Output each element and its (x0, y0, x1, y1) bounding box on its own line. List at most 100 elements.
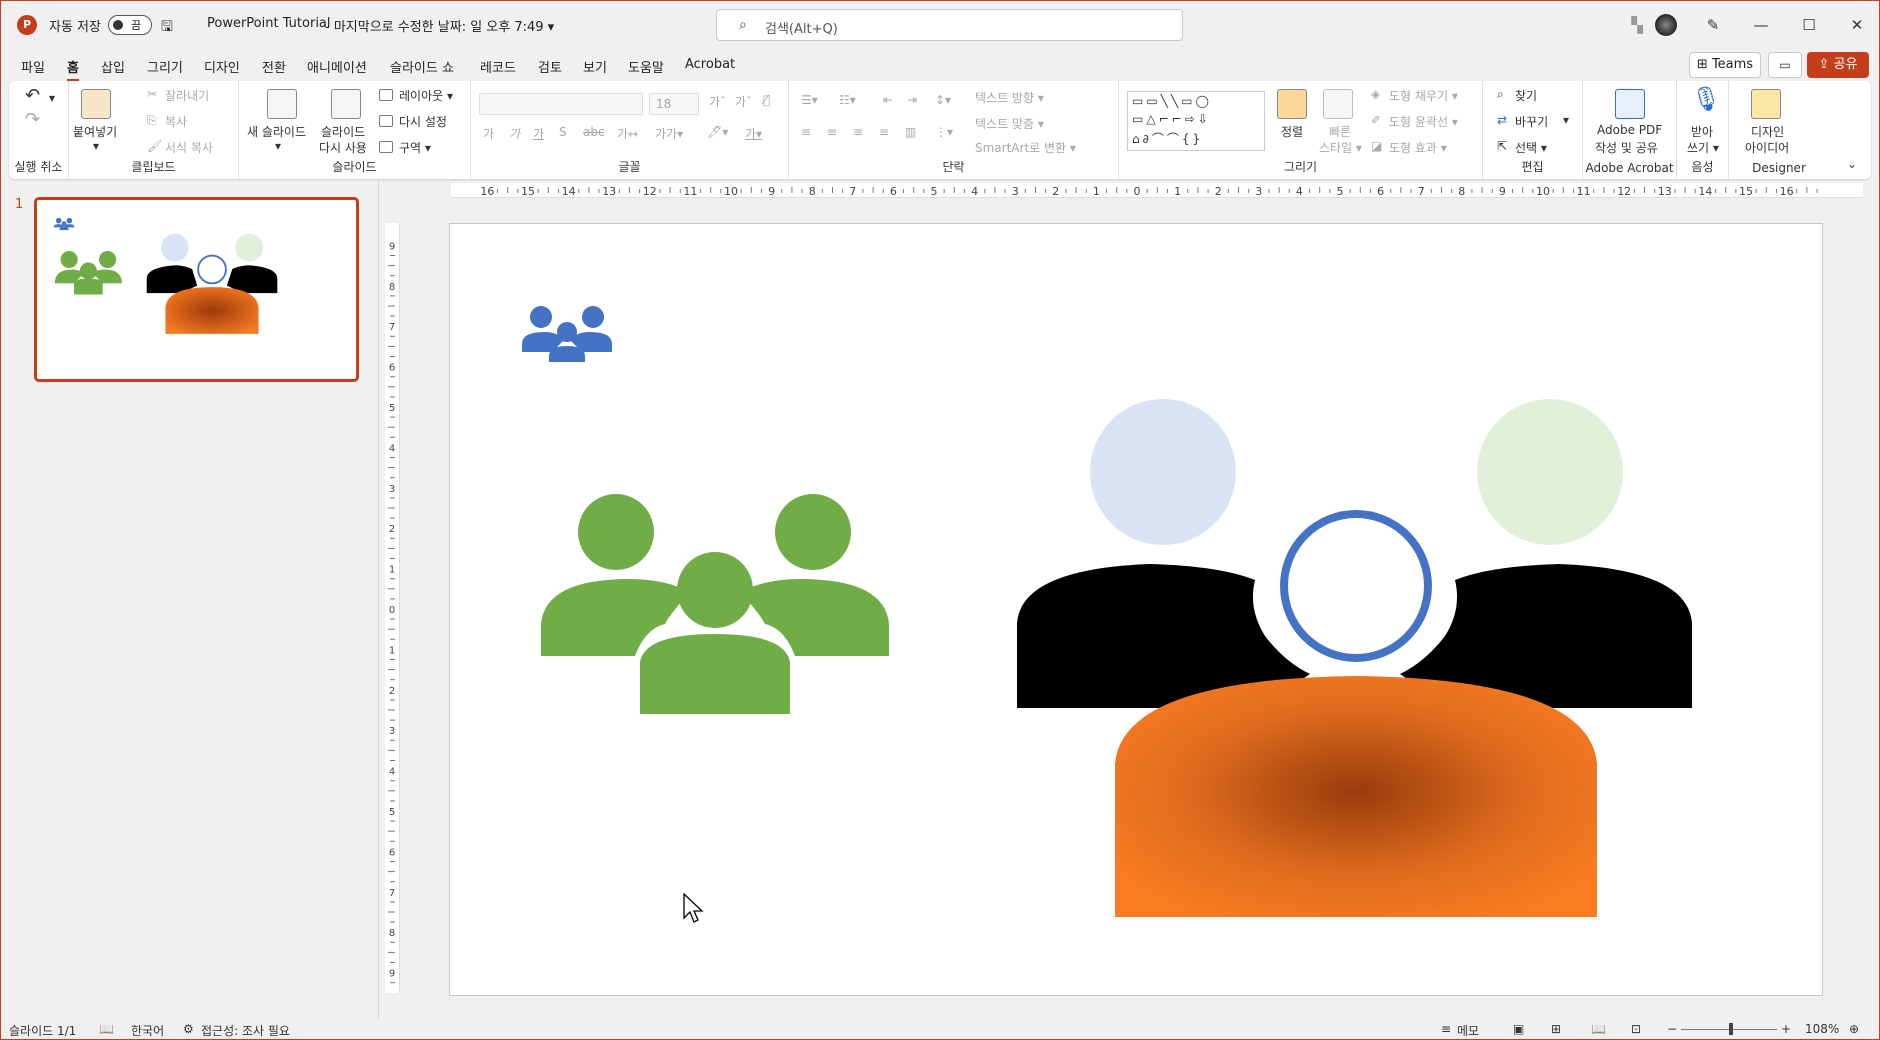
decrease-indent-icon[interactable]: ⇤ (883, 93, 893, 107)
shape-effects-icon[interactable]: ◪ (1371, 139, 1382, 153)
tab-animations[interactable]: 애니메이션 (307, 57, 367, 76)
tab-design[interactable]: 디자인 (204, 57, 240, 76)
designer-label-2[interactable]: 아이디어 (1745, 139, 1789, 156)
normal-view-icon[interactable]: ▣ (1513, 1022, 1524, 1036)
reuse-label-2[interactable]: 다시 사용 (319, 139, 367, 156)
font-size-combo[interactable]: 18 (649, 93, 699, 115)
shadow-icon[interactable]: S (559, 125, 567, 139)
reset-label[interactable]: 다시 설정 (399, 113, 447, 130)
cut-icon[interactable]: ✂ (147, 87, 157, 101)
quick-styles-label-1[interactable]: 빠른 (1329, 123, 1351, 140)
replace-dropdown-icon[interactable]: ▾ (1563, 113, 1569, 127)
undo-icon[interactable]: ↶ (25, 85, 40, 106)
justify-icon[interactable]: ≡ (879, 125, 889, 139)
slideshow-icon[interactable]: ⊡ (1631, 1022, 1641, 1036)
tab-slideshow[interactable]: 슬라이드 쇼 (390, 57, 454, 76)
designer-label-1[interactable]: 디자인 (1751, 123, 1784, 140)
clear-format-icon[interactable]: 가̸ (763, 93, 770, 107)
zoom-level[interactable]: 108% (1805, 1022, 1839, 1036)
shape-outline-label[interactable]: 도형 윤곽선 ▾ (1389, 113, 1458, 130)
text-direction-label[interactable]: 텍스트 방향 ▾ (975, 89, 1044, 106)
new-slide-icon[interactable] (267, 89, 297, 119)
replace-icon[interactable]: ⇄ (1497, 113, 1507, 127)
quick-styles-label-2[interactable]: 스타일 ▾ (1319, 139, 1362, 156)
shape-fill-icon[interactable]: ◈ (1371, 87, 1380, 101)
tab-insert[interactable]: 삽입 (101, 57, 125, 76)
paste-dropdown-icon[interactable]: ▾ (93, 139, 99, 153)
accessibility-label[interactable]: 접근성: 조사 필요 (201, 1022, 290, 1039)
close-icon[interactable]: ✕ (1845, 13, 1869, 37)
zoom-slider-thumb[interactable] (1729, 1023, 1733, 1035)
reuse-label-1[interactable]: 슬라이드 (321, 123, 365, 140)
pdf-label-2[interactable]: 작성 및 공유 (1595, 139, 1658, 156)
highlight-icon[interactable]: 🖊▾ (707, 125, 728, 139)
bullets-icon[interactable]: ☰▾ (801, 93, 818, 107)
shape-fill-label[interactable]: 도형 채우기 ▾ (1389, 87, 1458, 104)
reuse-slides-icon[interactable] (331, 89, 361, 119)
tab-help[interactable]: 도움말 (628, 57, 664, 76)
tab-home[interactable]: 홈 (67, 57, 79, 82)
collapse-ribbon-icon[interactable]: ⌄ (1847, 157, 1857, 171)
tab-transitions[interactable]: 전환 (262, 57, 286, 76)
align-text-label[interactable]: 텍스트 맞춤 ▾ (975, 115, 1044, 132)
minimize-icon[interactable]: — (1749, 13, 1773, 37)
adobe-pdf-icon[interactable] (1615, 89, 1645, 119)
arrange-label[interactable]: 정렬 (1281, 123, 1303, 140)
designer-icon[interactable] (1751, 89, 1781, 119)
columns-dropdown-icon[interactable]: ⋮▾ (935, 125, 953, 139)
notes-icon[interactable]: ≡ (1441, 1022, 1451, 1036)
dictate-label-1[interactable]: 받아 (1691, 123, 1713, 140)
align-right-icon[interactable]: ≡ (853, 125, 863, 139)
share-button[interactable]: ⇪ 공유 (1807, 52, 1869, 78)
search-box[interactable]: ⌕ 검색(Alt+Q) (716, 9, 1183, 41)
comments-button[interactable]: ▭ (1768, 52, 1802, 78)
case-icon[interactable]: 가가▾ (655, 125, 683, 142)
select-icon[interactable]: ⇱ (1497, 139, 1507, 153)
redo-icon[interactable]: ↷ (25, 109, 40, 130)
microphone-icon[interactable]: 🎙 (1691, 85, 1721, 113)
quick-styles-icon[interactable] (1323, 89, 1353, 119)
select-label[interactable]: 선택 ▾ (1515, 139, 1547, 156)
zoom-out-icon[interactable]: − (1667, 1022, 1677, 1036)
font-color-icon[interactable]: 가▾ (745, 125, 762, 142)
find-label[interactable]: 찾기 (1515, 87, 1537, 104)
new-slide-dropdown-icon[interactable]: ▾ (275, 139, 281, 153)
format-painter-label[interactable]: 서식 복사 (165, 139, 213, 156)
light-green-circle[interactable] (1477, 399, 1623, 545)
light-blue-circle[interactable] (1090, 399, 1236, 545)
tab-review[interactable]: 검토 (538, 57, 562, 76)
arrange-icon[interactable] (1277, 89, 1307, 119)
align-left-icon[interactable]: ≡ (801, 125, 811, 139)
strikethrough-icon[interactable]: abc (583, 125, 605, 139)
maximize-icon[interactable]: ☐ (1797, 13, 1821, 37)
font-name-combo[interactable] (479, 93, 643, 115)
fit-slide-icon[interactable]: ⊕ (1849, 1022, 1859, 1036)
layout-label[interactable]: 레이아웃 ▾ (399, 87, 453, 104)
underline-icon[interactable]: 가 (533, 125, 544, 142)
dictate-label-2[interactable]: 쓰기 ▾ (1687, 139, 1719, 156)
copy-icon[interactable]: ⎘ (147, 113, 157, 128)
layout-icon[interactable] (379, 89, 393, 101)
new-slide-label[interactable]: 새 슬라이드 (247, 123, 306, 140)
shape-effects-label[interactable]: 도형 효과 ▾ (1389, 139, 1447, 156)
increase-font-icon[interactable]: 가ˆ (709, 93, 726, 110)
reading-view-icon[interactable]: 📖 (1591, 1022, 1606, 1036)
line-spacing-icon[interactable]: ↕▾ (935, 93, 951, 107)
tab-view[interactable]: 보기 (583, 57, 607, 76)
document-meta[interactable]: - 마지막으로 수정한 날짜: 일 오후 7:49 ▾ (325, 16, 554, 35)
numbering-icon[interactable]: ☷▾ (839, 93, 856, 107)
shape-outline-icon[interactable]: ✐ (1371, 113, 1381, 127)
shapes-gallery[interactable]: ▭▭╲╲▭◯ ▭△⌐⌐⇨⇩ ⌂∂⌒⌒{} (1127, 91, 1265, 151)
smartart-label[interactable]: SmartArt로 변환 ▾ (975, 139, 1076, 156)
tab-acrobat[interactable]: Acrobat (685, 57, 735, 72)
green-group-icon[interactable] (541, 494, 889, 714)
columns-icon[interactable]: ▥ (905, 125, 916, 139)
decrease-font-icon[interactable]: 가ˇ (735, 93, 752, 110)
accessibility-icon[interactable]: ⚙ (183, 1022, 194, 1036)
pdf-label-1[interactable]: Adobe PDF (1597, 123, 1662, 137)
cut-label[interactable]: 잘라내기 (165, 87, 209, 104)
paste-label[interactable]: 붙여넣기 (73, 123, 117, 140)
slide-thumbnail[interactable] (34, 197, 359, 382)
replace-label[interactable]: 바꾸기 (1515, 113, 1548, 130)
language-label[interactable]: 한국어 (131, 1022, 164, 1039)
